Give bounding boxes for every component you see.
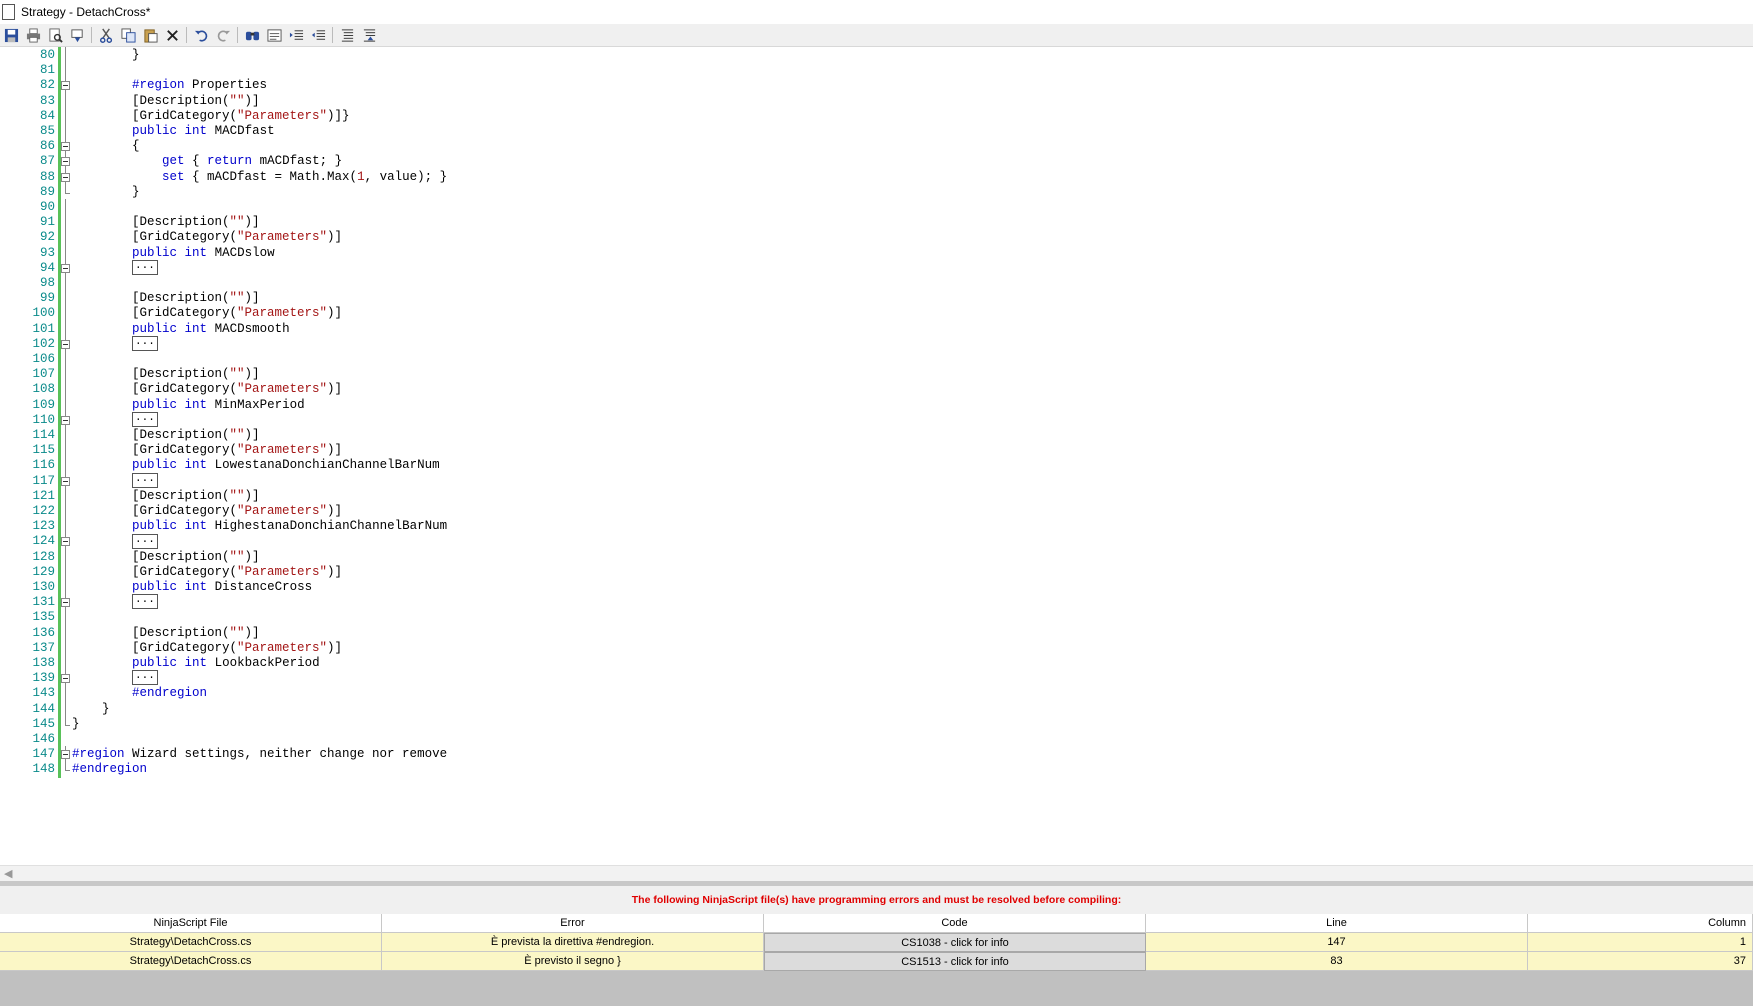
error-cell-column: 37 bbox=[1528, 952, 1753, 971]
error-panel: The following NinjaScript file(s) have p… bbox=[0, 886, 1753, 1006]
redo-icon[interactable] bbox=[212, 25, 234, 45]
code-line[interactable]: 148 #endregion bbox=[0, 761, 1753, 779]
horizontal-scrollbar[interactable]: ◀ bbox=[0, 865, 1753, 881]
toolbar-separator bbox=[332, 27, 333, 43]
fold-end-marker bbox=[61, 761, 70, 778]
error-row[interactable]: Strategy\DetachCross.cs È prevista la dir… bbox=[0, 933, 1753, 952]
toolbar-separator bbox=[186, 27, 187, 43]
error-cell-error: È previsto il segno } bbox=[382, 952, 764, 971]
line-number: 148 bbox=[32, 762, 55, 777]
error-cell-file: Strategy\DetachCross.cs bbox=[0, 952, 382, 971]
error-cell-file: Strategy\DetachCross.cs bbox=[0, 933, 382, 952]
error-cell-error: È prevista la direttiva #endregion. bbox=[382, 933, 764, 952]
column-header-column[interactable]: Column bbox=[1528, 914, 1753, 933]
error-row[interactable]: Strategy\DetachCross.cs È previsto il seg… bbox=[0, 952, 1753, 971]
window-title: Strategy - DetachCross* bbox=[21, 5, 151, 19]
print-icon[interactable] bbox=[22, 25, 44, 45]
find-icon[interactable] bbox=[241, 25, 263, 45]
copy-icon[interactable] bbox=[117, 25, 139, 45]
error-panel-header: The following NinjaScript file(s) have p… bbox=[0, 886, 1753, 914]
error-grid: NinjaScript File Error Code Line Column … bbox=[0, 914, 1753, 971]
toolbar-separator bbox=[237, 27, 238, 43]
error-cell-line: 83 bbox=[1146, 952, 1528, 971]
insert-icon[interactable] bbox=[66, 25, 88, 45]
error-code-button[interactable]: CS1513 - click for info bbox=[764, 952, 1146, 971]
code-text[interactable]: #endregion bbox=[72, 761, 147, 778]
toolbar-separator bbox=[91, 27, 92, 43]
uncomment-icon[interactable] bbox=[358, 25, 380, 45]
error-code-button[interactable]: CS1038 - click for info bbox=[764, 933, 1146, 952]
column-header-line[interactable]: Line bbox=[1146, 914, 1528, 933]
scroll-left-icon[interactable]: ◀ bbox=[4, 867, 12, 880]
error-cell-line: 147 bbox=[1146, 933, 1528, 952]
column-header-error[interactable]: Error bbox=[382, 914, 764, 933]
code-editor[interactable]: 80 } 81 82 #region Properties 83 [Descripti… bbox=[0, 47, 1753, 865]
toolbar bbox=[0, 24, 1753, 47]
error-grid-header: NinjaScript File Error Code Line Column bbox=[0, 914, 1753, 933]
column-header-code[interactable]: Code bbox=[764, 914, 1146, 933]
find-replace-icon[interactable] bbox=[263, 25, 285, 45]
paste-icon[interactable] bbox=[139, 25, 161, 45]
print-preview-icon[interactable] bbox=[44, 25, 66, 45]
delete-icon[interactable] bbox=[161, 25, 183, 45]
error-cell-column: 1 bbox=[1528, 933, 1753, 952]
title-bar: Strategy - DetachCross* bbox=[0, 0, 1753, 24]
comment-icon[interactable] bbox=[336, 25, 358, 45]
column-header-file[interactable]: NinjaScript File bbox=[0, 914, 382, 933]
indent-icon[interactable] bbox=[285, 25, 307, 45]
cut-icon[interactable] bbox=[95, 25, 117, 45]
document-icon bbox=[2, 4, 15, 20]
save-icon[interactable] bbox=[0, 25, 22, 45]
undo-icon[interactable] bbox=[190, 25, 212, 45]
outdent-icon[interactable] bbox=[307, 25, 329, 45]
